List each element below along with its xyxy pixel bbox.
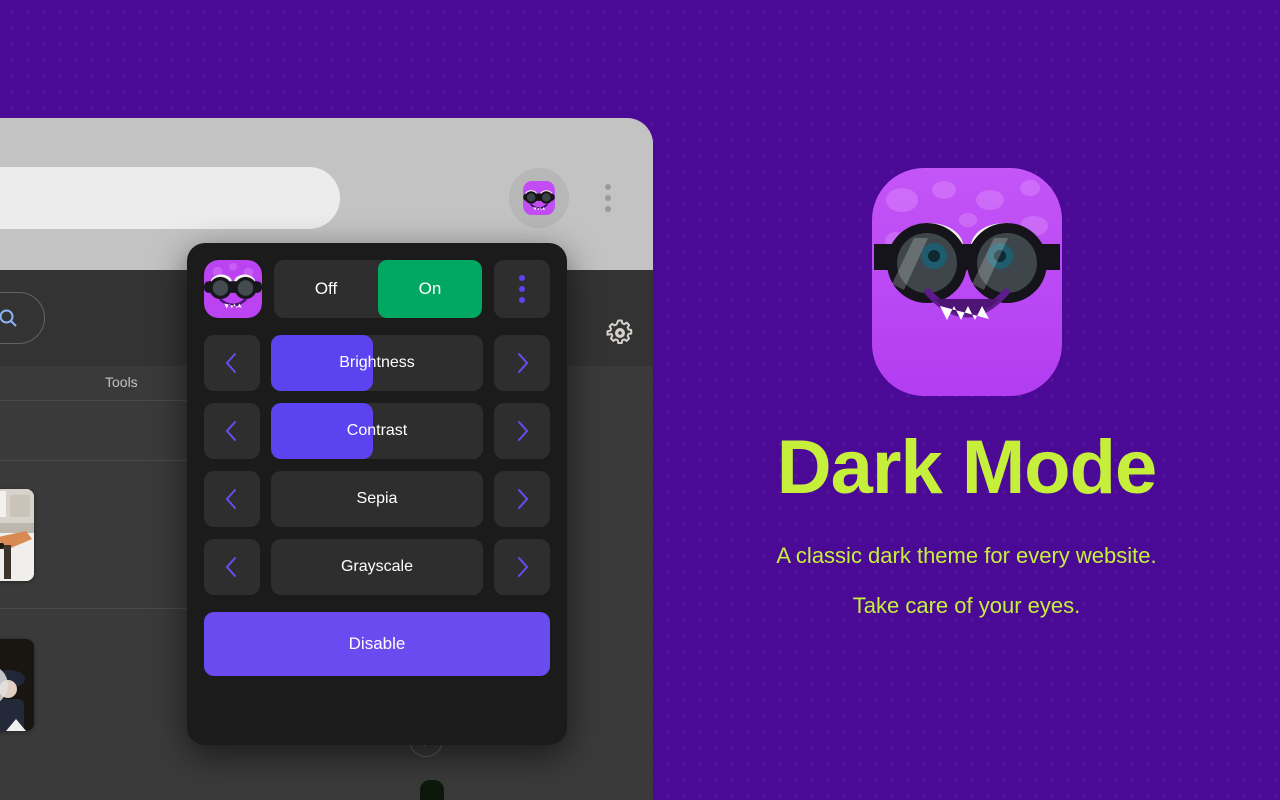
workshop-photo — [0, 489, 34, 581]
promo-screenshot: Tools s from re in full — [0, 0, 1280, 800]
settings-gear-button[interactable] — [605, 318, 635, 348]
chevron-right-icon — [518, 421, 529, 441]
dark-mode-monster-icon — [523, 181, 555, 215]
kebab-dot — [519, 297, 525, 303]
filter-label: Sepia — [356, 490, 398, 507]
kebab-dot — [605, 195, 611, 201]
gear-icon — [606, 319, 633, 344]
result-thumbnail[interactable] — [0, 489, 34, 581]
chevron-left-icon — [225, 489, 236, 509]
address-bar[interactable] — [0, 167, 340, 229]
disable-button[interactable]: Disable — [204, 612, 550, 676]
sepia-decrease-button[interactable] — [204, 471, 260, 527]
toggle-on-option[interactable]: On — [378, 260, 482, 318]
toggle-off-option[interactable]: Off — [274, 260, 378, 318]
kebab-dot — [519, 286, 525, 292]
popup-header: Off On — [204, 260, 550, 318]
popup-menu-button[interactable] — [494, 260, 550, 318]
filter-row-grayscale: Grayscale — [204, 539, 550, 595]
chevron-left-icon — [225, 353, 236, 373]
page-title: Dark Mode — [776, 425, 1158, 510]
filter-label: Grayscale — [340, 558, 414, 575]
chevron-right-icon — [518, 557, 529, 577]
promo-subtitle-line-1: A classic dark theme for every website. — [776, 543, 1157, 568]
search-icon[interactable] — [0, 308, 30, 328]
page-search-box[interactable] — [0, 292, 45, 344]
promo-panel: Dark Mode A classic dark theme for every… — [653, 0, 1280, 800]
extension-toolbar-button[interactable] — [509, 168, 569, 228]
chevron-left-icon — [225, 421, 236, 441]
filter-row-contrast: Contrast — [204, 403, 550, 459]
contrast-slider[interactable]: Contrast — [271, 403, 483, 459]
chevron-left-icon — [225, 557, 236, 577]
sepia-slider[interactable]: Sepia — [271, 471, 483, 527]
dark-mode-monster-icon — [204, 260, 262, 318]
contrast-increase-button[interactable] — [494, 403, 550, 459]
promo-app-icon — [871, 168, 1062, 396]
kebab-dot — [605, 184, 611, 190]
filter-list: Brightness Contrast Sepia Grayscale — [204, 335, 550, 595]
kebab-dot — [605, 206, 611, 212]
browser-menu-button[interactable] — [586, 176, 630, 220]
grayscale-increase-button[interactable] — [494, 539, 550, 595]
chevron-right-icon — [518, 489, 529, 509]
promo-subtitle-line-2: Take care of your eyes. — [852, 593, 1081, 618]
sepia-increase-button[interactable] — [494, 471, 550, 527]
extension-popup: Off On Brightness Contrast Sepia Graysca… — [187, 243, 567, 745]
dark-mode-monster-sunglasses-icon — [871, 168, 1062, 396]
brightness-slider[interactable]: Brightness — [271, 335, 483, 391]
contrast-decrease-button[interactable] — [204, 403, 260, 459]
kebab-dot — [519, 275, 525, 281]
brightness-decrease-button[interactable] — [204, 335, 260, 391]
knowledge-panel-card — [420, 780, 444, 800]
filter-label: Brightness — [339, 354, 415, 371]
enable-toggle[interactable]: Off On — [274, 260, 482, 318]
filter-row-sepia: Sepia — [204, 471, 550, 527]
promo-subtitle: A classic dark theme for every website. … — [776, 531, 1156, 631]
result-thumbnail[interactable] — [0, 639, 34, 731]
filter-row-brightness: Brightness — [204, 335, 550, 391]
grayscale-decrease-button[interactable] — [204, 539, 260, 595]
popup-logo — [204, 260, 262, 318]
grayscale-slider[interactable]: Grayscale — [271, 539, 483, 595]
chevron-right-icon — [518, 353, 529, 373]
brightness-increase-button[interactable] — [494, 335, 550, 391]
tools-label[interactable]: Tools — [105, 374, 138, 390]
filter-label: Contrast — [346, 422, 408, 439]
